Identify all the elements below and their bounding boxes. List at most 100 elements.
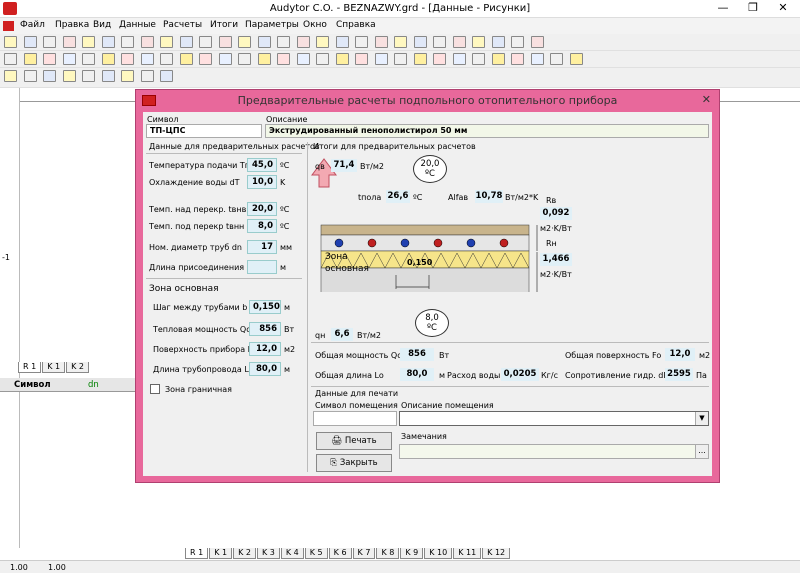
toolbar-button[interactable] xyxy=(238,53,251,65)
toolbar-button[interactable] xyxy=(355,53,368,65)
toolbar-button[interactable] xyxy=(511,36,524,48)
sheet-tab[interactable]: K 1 xyxy=(209,548,233,559)
toolbar-button[interactable] xyxy=(4,70,17,82)
toolbar-button[interactable] xyxy=(335,36,349,48)
toolbar-button[interactable] xyxy=(472,53,485,65)
toolbar-button[interactable] xyxy=(530,36,544,48)
input-value[interactable]: 20,0 xyxy=(247,202,277,216)
toolbar-button[interactable] xyxy=(160,36,173,48)
toolbar-button[interactable] xyxy=(101,70,115,82)
toolbar-button[interactable] xyxy=(472,36,485,48)
sheet-tab[interactable]: K 11 xyxy=(453,548,482,559)
chevron-down-icon[interactable]: ▼ xyxy=(695,412,708,425)
dialog-close-icon[interactable]: ✕ xyxy=(702,93,711,106)
menu-view[interactable]: Вид xyxy=(93,20,111,30)
zone-input-value[interactable]: 12,0 xyxy=(249,342,281,356)
sheet-tab[interactable]: K 12 xyxy=(482,548,511,559)
menu-calc[interactable]: Расчеты xyxy=(163,20,202,30)
sheet-tab[interactable]: K 8 xyxy=(376,548,400,559)
description-input[interactable]: Экструдированный пенополистирол 50 мм xyxy=(265,124,709,138)
sheet-tab[interactable]: K 4 xyxy=(280,548,304,559)
toolbar-button[interactable] xyxy=(62,36,76,48)
sheet-tab[interactable]: R 1 xyxy=(185,548,209,559)
input-value[interactable]: 8,0 xyxy=(247,219,277,233)
toolbar-button[interactable] xyxy=(218,53,232,65)
toolbar-button[interactable] xyxy=(121,36,134,48)
toolbar-button[interactable] xyxy=(374,36,388,48)
toolbar-button[interactable] xyxy=(82,36,95,48)
boundary-zone-checkbox[interactable] xyxy=(150,384,160,394)
toolbar-button[interactable] xyxy=(511,53,524,65)
toolbar-button[interactable] xyxy=(199,36,212,48)
toolbar-button[interactable] xyxy=(569,53,583,65)
toolbar-button[interactable] xyxy=(179,53,193,65)
input-value[interactable]: 45,0 xyxy=(247,158,277,172)
toolbar-button[interactable] xyxy=(43,53,56,65)
zone-input-value[interactable]: 80,0 xyxy=(249,362,281,376)
menu-file[interactable]: Файл xyxy=(20,20,45,30)
toolbar-button[interactable] xyxy=(82,70,95,82)
toolbar-button[interactable] xyxy=(335,53,349,65)
symbol-input[interactable]: ТП-ЦПС xyxy=(146,124,262,138)
input-value[interactable]: 10,0 xyxy=(247,175,277,189)
tab-r1-small[interactable]: R 1 xyxy=(18,362,42,373)
toolbar-button[interactable] xyxy=(43,70,56,82)
toolbar-button[interactable] xyxy=(257,53,271,65)
toolbar-button[interactable] xyxy=(140,53,154,65)
maximize-button[interactable]: ❐ xyxy=(738,0,768,17)
toolbar-button[interactable] xyxy=(277,53,290,65)
toolbar-button[interactable] xyxy=(394,53,407,65)
menu-help[interactable]: Справка xyxy=(336,20,376,30)
zone-input-value[interactable]: 856 xyxy=(249,322,281,336)
sheet-tab[interactable]: K 2 xyxy=(233,548,256,559)
sheet-tab[interactable]: K 10 xyxy=(424,548,453,559)
toolbar-button[interactable] xyxy=(160,53,173,65)
close-dialog-button[interactable]: ⎘ Закрыть xyxy=(316,454,392,472)
toolbar-button[interactable] xyxy=(23,36,37,48)
notes-input[interactable]: ... xyxy=(399,444,709,459)
toolbar-button[interactable] xyxy=(218,36,232,48)
close-button[interactable]: ✕ xyxy=(768,0,798,17)
print-button[interactable]: 🖨 Печать xyxy=(316,432,392,450)
zone-input-value[interactable]: 0,150 xyxy=(249,300,281,314)
toolbar-button[interactable] xyxy=(62,53,76,65)
room-symbol-input[interactable] xyxy=(313,411,397,426)
toolbar-button[interactable] xyxy=(296,53,310,65)
toolbar-button[interactable] xyxy=(43,36,56,48)
toolbar-button[interactable] xyxy=(179,36,193,48)
menu-edit[interactable]: Правка xyxy=(55,20,89,30)
toolbar-button[interactable] xyxy=(23,53,37,65)
menu-params[interactable]: Параметры xyxy=(245,20,299,30)
toolbar-button[interactable] xyxy=(62,70,76,82)
toolbar-button[interactable] xyxy=(452,36,466,48)
toolbar-button[interactable] xyxy=(296,36,310,48)
toolbar-button[interactable] xyxy=(4,53,17,65)
toolbar-button[interactable] xyxy=(355,36,368,48)
sheet-tab[interactable]: K 3 xyxy=(256,548,280,559)
menu-data[interactable]: Данные xyxy=(119,20,156,30)
toolbar-button[interactable] xyxy=(433,36,446,48)
minimize-button[interactable]: — xyxy=(708,0,738,17)
tab-k2-small[interactable]: K 2 xyxy=(66,362,89,373)
toolbar-button[interactable] xyxy=(277,36,290,48)
toolbar-button[interactable] xyxy=(550,53,563,65)
toolbar-button[interactable] xyxy=(530,53,544,65)
toolbar-button[interactable] xyxy=(257,36,271,48)
toolbar-button[interactable] xyxy=(491,53,505,65)
tab-k1-small[interactable]: K 1 xyxy=(42,362,66,373)
toolbar-button[interactable] xyxy=(433,53,446,65)
input-value[interactable] xyxy=(247,260,277,274)
toolbar-button[interactable] xyxy=(140,70,154,82)
toolbar-button[interactable] xyxy=(160,70,173,82)
toolbar-button[interactable] xyxy=(316,36,329,48)
sheet-tab[interactable]: K 5 xyxy=(304,548,328,559)
toolbar-button[interactable] xyxy=(101,53,115,65)
toolbar-button[interactable] xyxy=(316,53,329,65)
toolbar-button[interactable] xyxy=(374,53,388,65)
toolbar-button[interactable] xyxy=(121,70,134,82)
toolbar-button[interactable] xyxy=(199,53,212,65)
toolbar-button[interactable] xyxy=(394,36,407,48)
room-desc-select[interactable]: ▼ xyxy=(399,411,709,426)
toolbar-button[interactable] xyxy=(4,36,17,48)
toolbar-button[interactable] xyxy=(413,36,427,48)
